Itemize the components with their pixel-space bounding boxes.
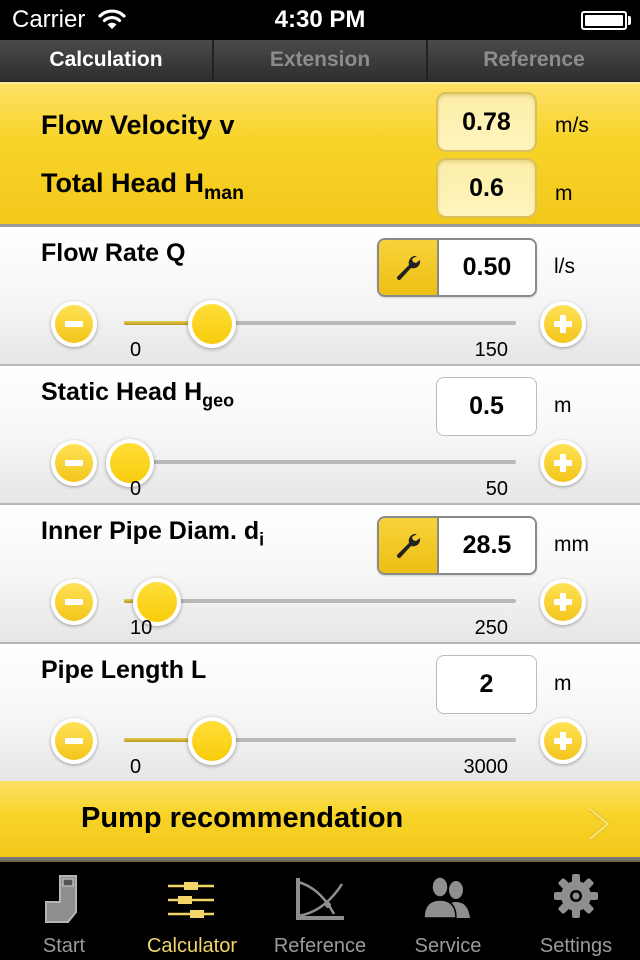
tab-settings-label: Settings [539, 935, 613, 957]
flow-velocity-row: Flow Velocity v 0.78 m/s [0, 92, 640, 152]
segment-extension[interactable]: Extension [212, 40, 426, 81]
static-head-unit: m [554, 394, 572, 417]
inner-pipe-diam-max: 250 [474, 617, 508, 639]
plus-icon [544, 722, 582, 760]
total-head-subscript: man [204, 181, 244, 204]
static-head-increment-button[interactable] [540, 440, 586, 486]
wrench-icon [396, 533, 421, 558]
pipe-length-decrement-button[interactable] [51, 718, 97, 764]
flow-rate-unit: l/s [554, 255, 575, 278]
pump-recommendation-label: Pump recommendation [81, 802, 404, 834]
pipe-bend-icon [45, 875, 77, 923]
tab-calculator-label: Calculator [146, 935, 238, 957]
pipe-length-section: Pipe Length L 2 m 0 3000 [0, 644, 640, 783]
minus-icon [65, 321, 83, 327]
battery-icon [581, 11, 627, 30]
pipe-length-min: 0 [130, 756, 142, 778]
plus-icon [544, 444, 582, 482]
inner-pipe-diam-label: Inner Pipe Diam. di [41, 517, 265, 550]
minus-icon [65, 738, 83, 744]
wrench-icon [396, 255, 421, 280]
tab-service[interactable]: Service [384, 862, 512, 960]
inner-pipe-diam-min: 10 [130, 617, 153, 639]
inner-pipe-diam-input-group: 28.5 [377, 516, 537, 575]
flow-rate-slider-track[interactable] [124, 321, 516, 325]
people-icon [423, 876, 470, 919]
inner-pipe-diam-subscript: i [259, 529, 265, 550]
inner-pipe-diam-unit: mm [554, 533, 589, 556]
static-head-label: Static Head Hgeo [41, 378, 235, 411]
pipe-length-unit: m [554, 672, 572, 695]
static-head-decrement-button[interactable] [51, 440, 97, 486]
tab-reference[interactable]: Reference [256, 862, 384, 960]
flow-velocity-unit: m/s [555, 114, 589, 137]
plus-icon [544, 583, 582, 621]
flow-rate-label: Flow Rate Q [41, 239, 186, 267]
status-bar: Carrier 4:30 PM [0, 0, 640, 40]
static-head-max: 50 [485, 478, 508, 500]
inner-pipe-diam-slider-track[interactable] [124, 599, 516, 603]
tab-service-label: Service [414, 935, 482, 957]
flow-rate-section: Flow Rate Q 0.50 l/s 0 150 [0, 227, 640, 366]
static-head-section: Static Head Hgeo 0.5 m 0 50 [0, 366, 640, 505]
inner-pipe-diam-section: Inner Pipe Diam. di 28.5 mm 10 250 [0, 505, 640, 644]
clock: 4:30 PM [274, 6, 366, 33]
pipe-length-increment-button[interactable] [540, 718, 586, 764]
flow-rate-max: 150 [474, 339, 508, 361]
chevron-right-icon [588, 807, 610, 841]
gear-icon [554, 874, 598, 918]
segment-calculation[interactable]: Calculation [0, 40, 212, 81]
inner-pipe-diam-increment-button[interactable] [540, 579, 586, 625]
flow-rate-input-group: 0.50 [377, 238, 537, 297]
static-head-input[interactable]: 0.5 [436, 377, 537, 436]
inner-pipe-diam-input[interactable]: 28.5 [439, 518, 535, 573]
flow-rate-input[interactable]: 0.50 [439, 240, 535, 295]
tab-start-label: Start [42, 935, 86, 957]
flow-rate-decrement-button[interactable] [51, 301, 97, 347]
flow-rate-min: 0 [130, 339, 142, 361]
pump-recommendation-button[interactable]: Pump recommendation [0, 781, 640, 860]
minus-icon [65, 460, 83, 466]
tab-bar: Start Calculator Reference Service Setti… [0, 860, 640, 960]
total-head-label: Total Head Hman [41, 168, 244, 204]
flow-velocity-label: Flow Velocity v [41, 110, 235, 140]
tab-reference-label: Reference [273, 935, 367, 957]
inner-pipe-diam-decrement-button[interactable] [51, 579, 97, 625]
flow-velocity-value: 0.78 [436, 92, 537, 152]
pipe-length-max: 3000 [463, 756, 509, 778]
pipe-length-slider-track[interactable] [124, 738, 516, 742]
flow-rate-increment-button[interactable] [540, 301, 586, 347]
tab-calculator[interactable]: Calculator [128, 862, 256, 960]
pipe-length-label: Pipe Length L [41, 656, 207, 684]
static-head-min: 0 [130, 478, 142, 500]
static-head-subscript: geo [202, 390, 235, 411]
minus-icon [65, 599, 83, 605]
results-panel: Flow Velocity v 0.78 m/s Total Head Hman… [0, 82, 640, 227]
pipe-length-slider-thumb[interactable] [188, 717, 237, 765]
tab-settings[interactable]: Settings [512, 862, 640, 960]
curve-chart-icon [296, 878, 344, 920]
tab-start[interactable]: Start [0, 862, 128, 960]
flow-rate-wrench-button[interactable] [379, 240, 439, 295]
pipe-length-input[interactable]: 2 [436, 655, 537, 714]
static-head-slider-track[interactable] [124, 460, 516, 464]
battery-tip [628, 16, 631, 25]
sliders-icon [168, 882, 214, 918]
flow-rate-slider-thumb[interactable] [188, 300, 237, 348]
total-head-row: Total Head Hman 0.6 m [0, 158, 640, 218]
inner-pipe-diam-wrench-button[interactable] [379, 518, 439, 573]
segmented-control: Calculation Extension Reference [0, 40, 640, 82]
total-head-unit: m [555, 182, 573, 205]
plus-icon [544, 305, 582, 343]
total-head-value: 0.6 [436, 158, 537, 218]
segment-reference[interactable]: Reference [426, 40, 640, 81]
